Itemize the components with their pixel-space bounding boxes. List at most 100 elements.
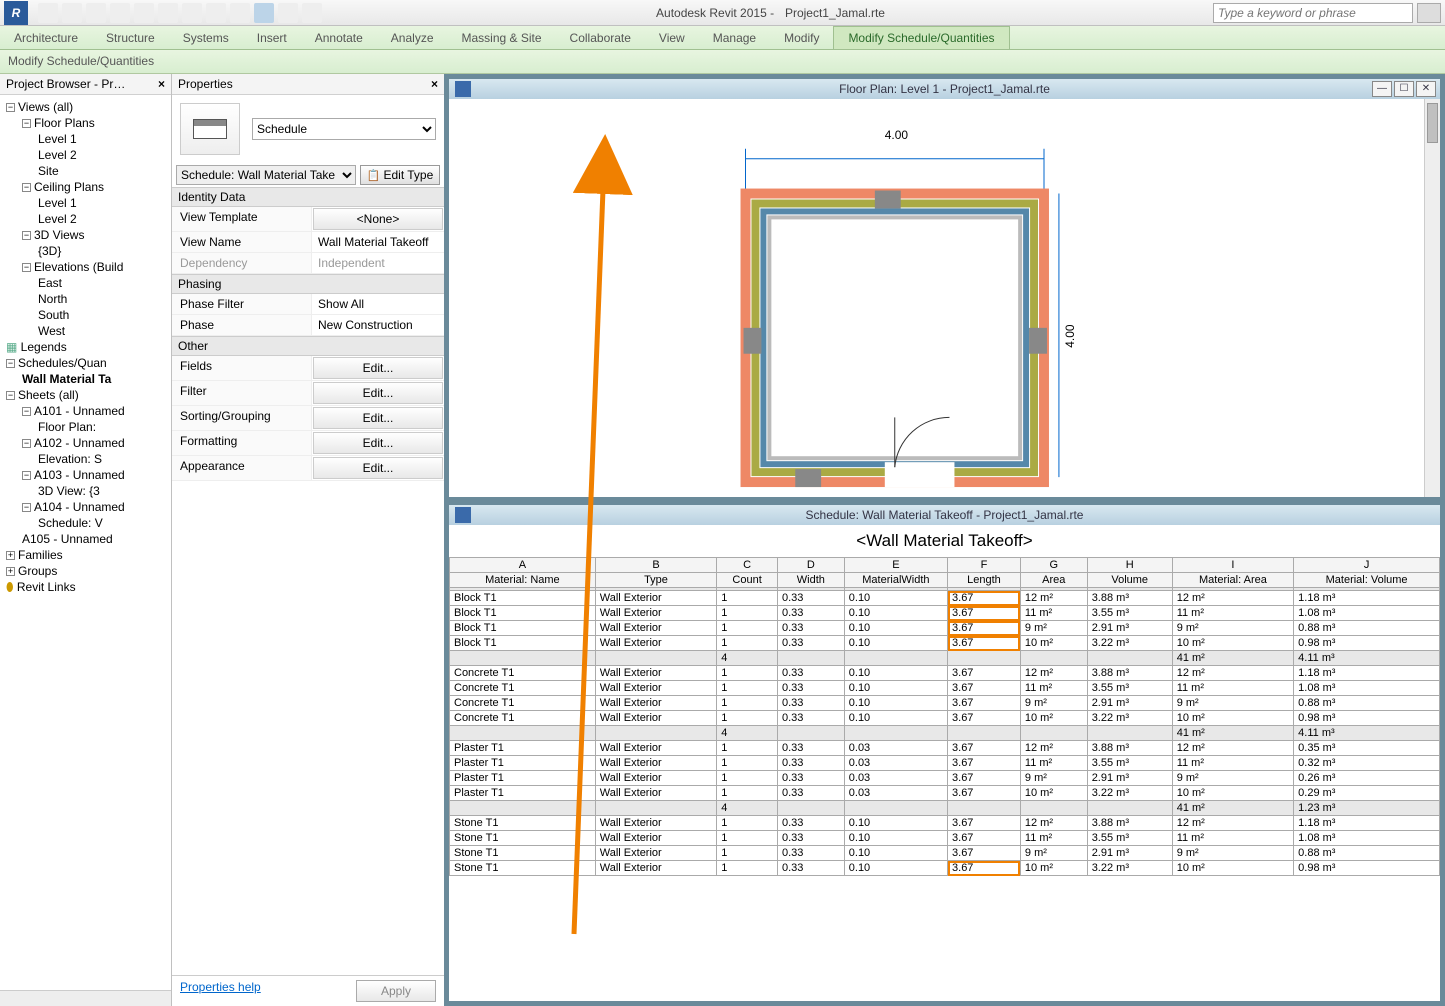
property-group-header[interactable]: Identity Data [172,187,444,207]
tree-node[interactable]: −Elevations (Build [2,259,169,275]
table-row[interactable]: Concrete T1Wall Exterior10.330.103.6712 … [450,666,1440,681]
table-row[interactable]: Concrete T1Wall Exterior10.330.103.6711 … [450,681,1440,696]
ribbon-tab[interactable]: Modify Schedule/Quantities [833,26,1009,49]
print-icon[interactable] [134,3,154,23]
tree-node[interactable]: {3D} [2,243,169,259]
thin-lines-icon[interactable] [254,3,274,23]
property-row[interactable]: FilterEdit... [172,381,444,406]
col-letter[interactable]: E [844,558,947,573]
col-letter[interactable]: C [717,558,778,573]
tree-node[interactable]: 3D View: {3 [2,483,169,499]
tree-node[interactable]: ▦ Legends [2,339,169,355]
close-button[interactable]: ✕ [1416,81,1436,97]
table-row[interactable]: Stone T1Wall Exterior10.330.103.6712 m²3… [450,816,1440,831]
tree-node[interactable]: Wall Material Ta [2,371,169,387]
col-header[interactable]: Material: Volume [1294,573,1440,588]
save-icon[interactable] [62,3,82,23]
property-row[interactable]: Phase FilterShow All [172,294,444,315]
tree-node[interactable]: −Views (all) [2,99,169,115]
ribbon-tab[interactable]: Systems [169,27,243,49]
tree-node[interactable]: ⬮ Revit Links [2,579,169,596]
tree-node[interactable]: Schedule: V [2,515,169,531]
tree-node[interactable]: −Schedules/Quan [2,355,169,371]
table-row[interactable]: Plaster T1Wall Exterior10.330.033.6710 m… [450,786,1440,801]
help-icon[interactable] [1417,3,1441,23]
col-letter[interactable]: A [450,558,596,573]
search-input[interactable] [1213,3,1413,23]
revit-logo-icon[interactable]: R [4,1,28,25]
tree-node[interactable]: North [2,291,169,307]
col-header[interactable]: MaterialWidth [844,573,947,588]
property-row[interactable]: DependencyIndependent [172,253,444,274]
tree-node[interactable]: −Floor Plans [2,115,169,131]
col-header[interactable]: Volume [1087,573,1172,588]
table-row[interactable]: Block T1Wall Exterior10.330.103.6712 m²3… [450,591,1440,606]
tree-node[interactable]: Elevation: S [2,451,169,467]
measure-icon[interactable] [158,3,178,23]
ribbon-tab[interactable]: Architecture [0,27,92,49]
scrollbar-vertical[interactable] [1424,99,1440,497]
properties-help-link[interactable]: Properties help [180,980,261,1002]
property-row[interactable]: FieldsEdit... [172,356,444,381]
tree-node[interactable]: Level 2 [2,147,169,163]
text-icon[interactable] [182,3,202,23]
col-letter[interactable]: I [1172,558,1293,573]
table-row[interactable]: Plaster T1Wall Exterior10.330.033.6712 m… [450,741,1440,756]
type-selector[interactable]: Schedule [252,118,436,140]
undo-icon[interactable] [86,3,106,23]
section-icon[interactable] [230,3,250,23]
tree-node[interactable]: −3D Views [2,227,169,243]
col-header[interactable]: Length [948,573,1021,588]
tree-node[interactable]: −Sheets (all) [2,387,169,403]
tree-node[interactable]: Level 1 [2,131,169,147]
table-row[interactable]: Stone T1Wall Exterior10.330.103.6710 m²3… [450,861,1440,876]
col-header[interactable]: Material: Name [450,573,596,588]
apply-button[interactable]: Apply [356,980,436,1002]
tree-node[interactable]: Floor Plan: [2,419,169,435]
table-row[interactable]: Concrete T1Wall Exterior10.330.103.679 m… [450,696,1440,711]
redo-icon[interactable] [110,3,130,23]
col-header[interactable]: Width [777,573,844,588]
tree-node[interactable]: Site [2,163,169,179]
property-row[interactable]: View Template<None> [172,207,444,232]
open-icon[interactable] [38,3,58,23]
table-row[interactable]: Stone T1Wall Exterior10.330.103.6711 m²3… [450,831,1440,846]
property-row[interactable]: PhaseNew Construction [172,315,444,336]
table-row[interactable]: Stone T1Wall Exterior10.330.103.679 m²2.… [450,846,1440,861]
close-icon[interactable]: × [431,77,438,91]
tree-node[interactable]: −A102 - Unnamed [2,435,169,451]
minimize-button[interactable]: — [1372,81,1392,97]
tree-node[interactable]: −A104 - Unnamed [2,499,169,515]
ribbon-tab[interactable]: Modify [770,27,833,49]
property-row[interactable]: AppearanceEdit... [172,456,444,481]
ribbon-tab[interactable]: View [645,27,699,49]
col-letter[interactable]: D [777,558,844,573]
maximize-button[interactable]: ☐ [1394,81,1414,97]
switch-windows-icon[interactable] [302,3,322,23]
close-icon[interactable]: × [158,77,165,91]
property-group-header[interactable]: Phasing [172,274,444,294]
tree-node[interactable]: −A101 - Unnamed [2,403,169,419]
table-row[interactable]: Block T1Wall Exterior10.330.103.679 m²2.… [450,621,1440,636]
table-row[interactable]: Plaster T1Wall Exterior10.330.033.679 m²… [450,771,1440,786]
property-group-header[interactable]: Other [172,336,444,356]
schedule-table[interactable]: ABCDEFGHIJ Material: NameTypeCountWidthM… [449,557,1440,876]
col-letter[interactable]: F [948,558,1021,573]
property-row[interactable]: View NameWall Material Takeoff [172,232,444,253]
ribbon-tab[interactable]: Manage [699,27,770,49]
col-header[interactable]: Material: Area [1172,573,1293,588]
ribbon-tab[interactable]: Structure [92,27,169,49]
tree-node[interactable]: A105 - Unnamed [2,531,169,547]
ribbon-tab[interactable]: Analyze [377,27,448,49]
tree-node[interactable]: West [2,323,169,339]
tree-node[interactable]: +Groups [2,563,169,579]
edit-type-button[interactable]: 📋 Edit Type [360,165,440,185]
ribbon-tab[interactable]: Annotate [301,27,377,49]
close-hidden-icon[interactable] [278,3,298,23]
table-row[interactable]: Block T1Wall Exterior10.330.103.6710 m²3… [450,636,1440,651]
property-row[interactable]: FormattingEdit... [172,431,444,456]
tree-node[interactable]: Level 2 [2,211,169,227]
tree-node[interactable]: +Families [2,547,169,563]
col-letter[interactable]: H [1087,558,1172,573]
col-header[interactable]: Area [1020,573,1087,588]
